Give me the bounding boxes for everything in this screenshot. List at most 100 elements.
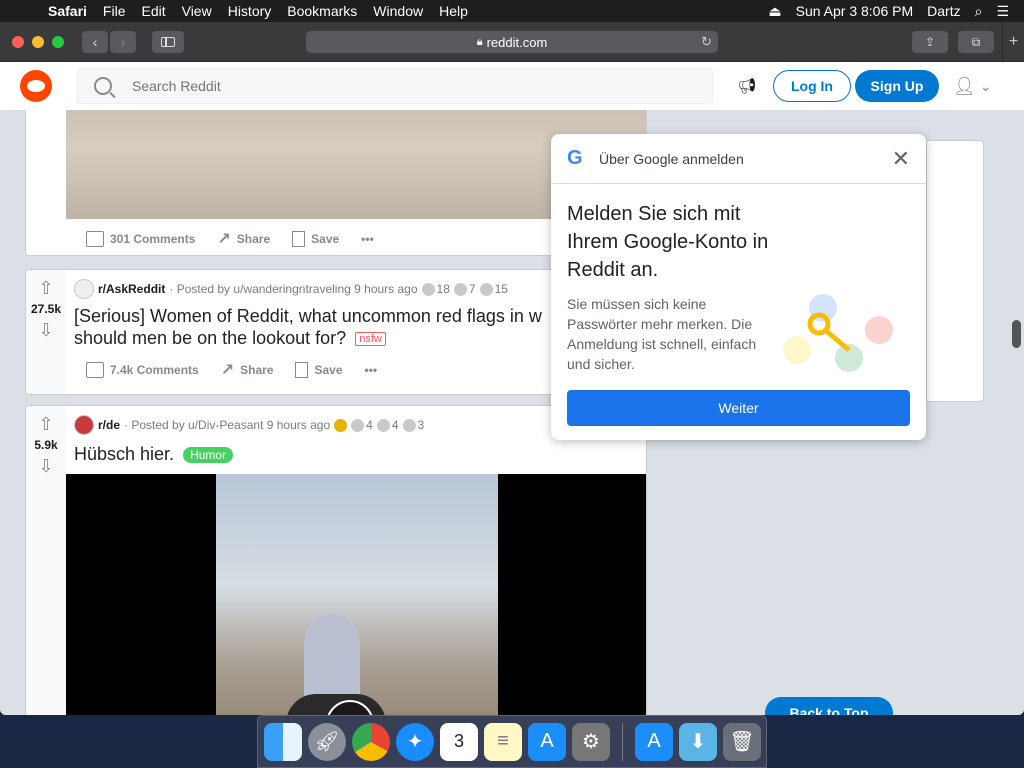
- search-icon: [94, 77, 112, 95]
- subreddit-icon[interactable]: [74, 279, 94, 299]
- spotlight-search-icon[interactable]: ⌕: [968, 3, 990, 20]
- share-post-button[interactable]: ↗ Share: [209, 229, 278, 249]
- back-to-top-button[interactable]: Back to Top: [765, 697, 893, 715]
- forward-button[interactable]: ›: [110, 30, 136, 53]
- comment-icon: [86, 231, 104, 247]
- vote-column: ⇧ 5.9k ⇩: [26, 406, 66, 715]
- video-frame: ▶: [216, 474, 498, 715]
- tab-overview-button[interactable]: ⧉: [958, 31, 994, 53]
- save-post-button[interactable]: Save: [287, 362, 350, 379]
- nsfw-tag: nsfw: [355, 332, 386, 347]
- key-illustration-icon: [783, 294, 893, 372]
- menu-help[interactable]: Help: [431, 3, 476, 19]
- zoom-window-button[interactable]: [52, 35, 64, 48]
- award-wholesome[interactable]: 15: [479, 282, 508, 296]
- app-store-folder-icon[interactable]: A: [635, 722, 673, 761]
- dock-separator: [622, 722, 623, 761]
- upvote-icon[interactable]: ⇧: [38, 414, 53, 434]
- user-menu-dropdown[interactable]: 👤︎ ⌄: [953, 76, 992, 97]
- menubar-clock[interactable]: Sun Apr 3 8:06 PM: [789, 3, 921, 19]
- menu-bookmarks[interactable]: Bookmarks: [279, 3, 365, 19]
- close-window-button[interactable]: [12, 35, 24, 48]
- upvote-icon[interactable]: ⇧: [38, 278, 53, 298]
- mac-dock: 🚀︎ ✦ 3 ≡ A ⚙ A ⬇ 🗑︎: [257, 715, 767, 768]
- award-icon: [453, 282, 467, 296]
- calendar-icon[interactable]: 3: [440, 722, 478, 761]
- safari-icon[interactable]: ✦: [396, 722, 434, 761]
- search-input[interactable]: [132, 78, 632, 94]
- post-flair[interactable]: Humor: [183, 447, 234, 464]
- share-button[interactable]: ⇪: [912, 31, 948, 53]
- mac-menubar: Safari File Edit View History Bookmarks …: [0, 0, 1024, 22]
- popup-heading: Melden Sie sich mit Ihrem Google-Konto i…: [567, 203, 769, 281]
- share-icon: ↗: [220, 362, 235, 380]
- close-icon[interactable]: ✕: [892, 146, 910, 172]
- reload-icon[interactable]: ↻: [701, 34, 712, 50]
- save-post-button[interactable]: Save: [284, 231, 347, 247]
- sidebar-toggle-button[interactable]: [152, 30, 184, 53]
- signup-button[interactable]: Sign Up: [855, 70, 939, 102]
- trash-icon[interactable]: 🗑︎: [723, 722, 761, 761]
- posted-by[interactable]: · Posted by u/Div-Peasant 9 hours ago: [124, 418, 330, 432]
- subreddit-link[interactable]: r/de: [98, 418, 120, 432]
- award-icon: [402, 418, 416, 432]
- minimize-window-button[interactable]: [32, 35, 44, 48]
- control-center-icon[interactable]: ☰: [989, 3, 1016, 20]
- award-icon: [334, 418, 348, 432]
- vote-score: 5.9k: [34, 438, 58, 452]
- award-silver[interactable]: 4: [351, 418, 373, 432]
- award-wholesome[interactable]: 3: [402, 418, 424, 432]
- advertise-megaphone-icon[interactable]: 📢︎: [735, 74, 759, 98]
- menu-view[interactable]: View: [174, 3, 220, 19]
- google-logo-icon: G: [567, 147, 583, 169]
- more-options-icon[interactable]: •••: [353, 232, 382, 246]
- scrollbar-thumb[interactable]: [1012, 320, 1021, 348]
- vote-column: [26, 110, 66, 255]
- back-button[interactable]: ‹: [82, 30, 108, 53]
- award-gold[interactable]: [334, 418, 348, 432]
- more-options-icon[interactable]: •••: [357, 363, 386, 377]
- award-silver[interactable]: 18: [421, 282, 450, 296]
- video-player[interactable]: ▶: [66, 474, 646, 715]
- subreddit-icon[interactable]: [74, 415, 94, 435]
- search-bar[interactable]: [77, 68, 713, 104]
- award-icon: [376, 418, 390, 432]
- award-icon: [351, 418, 365, 432]
- award-helpful[interactable]: 4: [376, 418, 399, 432]
- login-button[interactable]: Log In: [773, 70, 851, 102]
- downvote-icon[interactable]: ⇩: [38, 320, 53, 340]
- system-preferences-icon[interactable]: ⚙: [572, 722, 610, 761]
- menu-edit[interactable]: Edit: [133, 3, 173, 19]
- finder-icon[interactable]: [264, 722, 302, 761]
- safari-toolbar: ‹ › 🔒︎ reddit.com ↻ ⇪ ⧉ +: [0, 22, 1024, 62]
- menubar-user[interactable]: Dartz: [920, 3, 967, 19]
- subreddit-link[interactable]: r/AskReddit: [98, 282, 165, 296]
- award-helpful[interactable]: 7: [453, 282, 476, 296]
- downloads-folder-icon[interactable]: ⬇: [679, 722, 717, 761]
- continue-button[interactable]: Weiter: [567, 390, 910, 426]
- award-icon: [479, 282, 493, 296]
- url-text: reddit.com: [486, 34, 548, 50]
- posted-by[interactable]: · Posted by u/wanderingntraveling 9 hour…: [169, 282, 417, 296]
- new-tab-button[interactable]: +: [1002, 22, 1024, 62]
- address-bar[interactable]: 🔒︎ reddit.com ↻: [306, 31, 718, 53]
- bookmark-icon: [295, 362, 309, 379]
- popup-header: G Über Google anmelden ✕: [551, 134, 926, 184]
- menu-file[interactable]: File: [95, 3, 134, 19]
- safari-window: ‹ › 🔒︎ reddit.com ↻ ⇪ ⧉ + 📢︎ Log In Sign…: [0, 22, 1024, 715]
- menu-window[interactable]: Window: [365, 3, 431, 19]
- menu-history[interactable]: History: [220, 3, 280, 19]
- menu-app-safari[interactable]: Safari: [40, 3, 95, 19]
- notes-icon[interactable]: ≡: [484, 722, 522, 761]
- post-card[interactable]: ⇧ 5.9k ⇩ r/de · Posted by u/Div-Peasant …: [25, 405, 647, 715]
- downvote-icon[interactable]: ⇩: [38, 456, 53, 476]
- share-post-button[interactable]: ↗ Share: [213, 360, 282, 380]
- chrome-icon[interactable]: [352, 722, 390, 761]
- bookmark-icon: [292, 231, 306, 247]
- launchpad-icon[interactable]: 🚀︎: [308, 722, 346, 761]
- app-store-icon[interactable]: A: [528, 722, 566, 761]
- comments-button[interactable]: 7.4k Comments: [78, 362, 207, 379]
- eject-icon[interactable]: ⏏: [761, 3, 788, 20]
- comments-button[interactable]: 301 Comments: [78, 231, 203, 247]
- reddit-logo-icon[interactable]: [20, 70, 52, 102]
